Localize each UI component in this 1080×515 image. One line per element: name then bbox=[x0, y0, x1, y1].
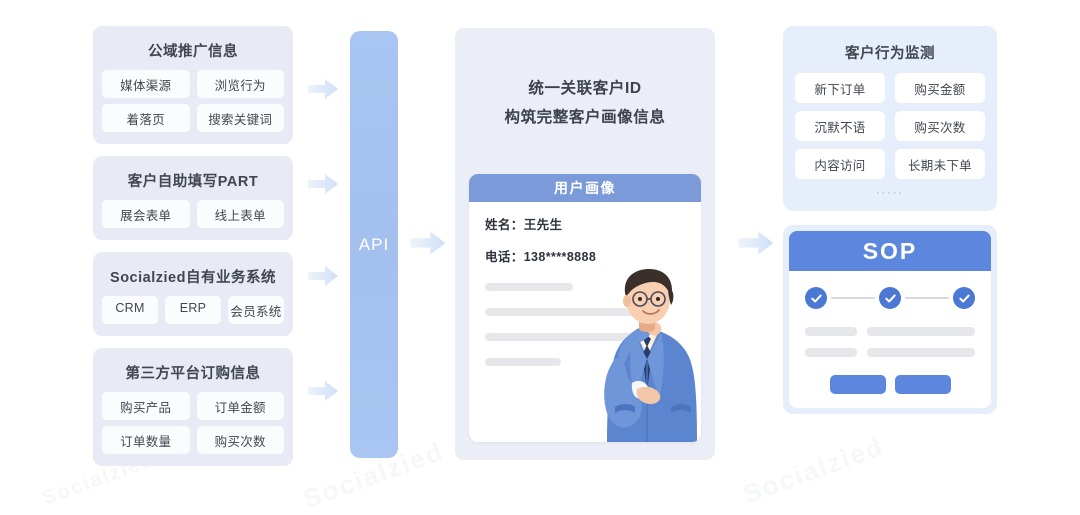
source-card-third-party-orders[interactable]: 第三方平台订购信息 购买产品 订单金额 订单数量 购买次数 bbox=[93, 348, 293, 466]
profile-phone-field: 电话：138****8888 bbox=[485, 250, 597, 264]
sop-title: SOP bbox=[789, 231, 991, 271]
arrow-right-icon bbox=[306, 263, 340, 289]
behavior-monitoring-card[interactable]: 客户行为监测 新下订单 购买金额 沉默不语 购买次数 内容访问 长期未下单 ··… bbox=[783, 26, 997, 211]
arrow-right-icon bbox=[306, 171, 340, 197]
behavior-more-dots: ····· bbox=[875, 187, 905, 199]
user-profile-card-header: 用户画像 bbox=[469, 174, 701, 202]
sop-placeholder-row bbox=[805, 348, 975, 357]
diagram-canvas: Socialzied Socialzied Socialzied 公域推广信息 … bbox=[0, 0, 1080, 515]
placeholder-bar bbox=[805, 327, 857, 336]
user-profile-card-body: 姓名：王先生 电话：138****8888 bbox=[469, 202, 701, 442]
source-card-title: 公域推广信息 bbox=[148, 44, 238, 60]
source-chip[interactable]: 浏览行为 bbox=[196, 70, 284, 98]
behavior-chip[interactable]: 新下订单 bbox=[795, 73, 885, 103]
sop-panel: SOP bbox=[783, 225, 997, 414]
source-card-title: 第三方平台订购信息 bbox=[125, 366, 261, 382]
api-label: API bbox=[358, 234, 390, 254]
source-chip[interactable]: CRM bbox=[102, 296, 158, 324]
placeholder-bar bbox=[867, 327, 975, 336]
profile-name-field: 姓名：王先生 bbox=[485, 218, 563, 232]
source-chip[interactable]: 着落页 bbox=[102, 104, 190, 132]
sop-primary-button[interactable] bbox=[829, 375, 886, 394]
sop-step-connector bbox=[905, 297, 949, 299]
watermark: Socialzied bbox=[739, 430, 888, 510]
placeholder-bar bbox=[805, 348, 857, 357]
behavior-row: 内容访问 长期未下单 bbox=[795, 149, 985, 179]
chip-row: 媒体渠源 浏览行为 bbox=[102, 70, 284, 98]
sop-placeholder-row bbox=[805, 327, 975, 336]
arrow-right-icon bbox=[408, 228, 448, 258]
source-chip[interactable]: 线上表单 bbox=[196, 200, 284, 228]
center-heading: 统一关联客户ID 构筑完整客户画像信息 bbox=[455, 28, 715, 132]
source-chip[interactable]: 媒体渠源 bbox=[102, 70, 190, 98]
unified-profile-panel: 统一关联客户ID 构筑完整客户画像信息 用户画像 姓名：王先生 电话：138**… bbox=[455, 28, 715, 460]
user-profile-card[interactable]: 用户画像 姓名：王先生 电话：138****8888 bbox=[469, 174, 701, 442]
behavior-monitoring-title: 客户行为监测 bbox=[845, 46, 935, 62]
placeholder-bar bbox=[867, 348, 975, 357]
chip-row: CRM ERP 会员系统 bbox=[102, 296, 284, 324]
placeholder-bar bbox=[485, 283, 573, 291]
source-chip[interactable]: 搜索关键词 bbox=[196, 104, 284, 132]
sop-step-tracker bbox=[805, 287, 975, 309]
source-card-title: Socialzied自有业务系统 bbox=[110, 270, 276, 286]
source-card-owned-business-system[interactable]: Socialzied自有业务系统 CRM ERP 会员系统 bbox=[93, 252, 293, 336]
center-heading-line-1: 统一关联客户ID bbox=[528, 80, 642, 97]
arrow-right-icon bbox=[736, 228, 776, 258]
center-heading-line-2: 构筑完整客户画像信息 bbox=[504, 109, 666, 126]
source-chip[interactable]: 购买产品 bbox=[102, 392, 190, 420]
source-chip[interactable]: 订单数量 bbox=[102, 426, 190, 454]
behavior-chip[interactable]: 长期未下单 bbox=[895, 149, 985, 179]
source-card-self-service-form[interactable]: 客户自助填写PART 展会表单 线上表单 bbox=[93, 156, 293, 240]
sop-card[interactable]: SOP bbox=[789, 231, 991, 408]
behavior-chip[interactable]: 购买金额 bbox=[895, 73, 985, 103]
source-chip[interactable]: 购买次数 bbox=[196, 426, 284, 454]
check-circle-icon[interactable] bbox=[953, 287, 975, 309]
check-circle-icon[interactable] bbox=[805, 287, 827, 309]
behavior-chip[interactable]: 内容访问 bbox=[795, 149, 885, 179]
source-chip[interactable]: ERP bbox=[165, 296, 221, 324]
chip-row: 展会表单 线上表单 bbox=[102, 200, 284, 228]
arrow-right-icon bbox=[306, 76, 340, 102]
sop-action-buttons bbox=[805, 375, 975, 394]
sop-step-connector bbox=[831, 297, 875, 299]
chip-row: 购买产品 订单金额 bbox=[102, 392, 284, 420]
chip-row: 订单数量 购买次数 bbox=[102, 426, 284, 454]
placeholder-bar bbox=[485, 358, 561, 366]
chip-row: 着落页 搜索关键词 bbox=[102, 104, 284, 132]
source-card-title: 客户自助填写PART bbox=[127, 174, 259, 190]
source-chip[interactable]: 展会表单 bbox=[102, 200, 190, 228]
source-card-public-promotion[interactable]: 公域推广信息 媒体渠源 浏览行为 着落页 搜索关键词 bbox=[93, 26, 293, 144]
check-circle-icon[interactable] bbox=[879, 287, 901, 309]
behavior-row: 沉默不语 购买次数 bbox=[795, 111, 985, 141]
sop-secondary-button[interactable] bbox=[894, 375, 951, 394]
behavior-chip[interactable]: 沉默不语 bbox=[795, 111, 885, 141]
arrow-right-icon bbox=[306, 378, 340, 404]
source-chip[interactable]: 会员系统 bbox=[228, 296, 284, 324]
data-source-column: 公域推广信息 媒体渠源 浏览行为 着落页 搜索关键词 客户自助填写PART 展会… bbox=[93, 26, 293, 466]
behavior-chip[interactable]: 购买次数 bbox=[895, 111, 985, 141]
sop-body bbox=[789, 271, 991, 408]
output-column: 客户行为监测 新下订单 购买金额 沉默不语 购买次数 内容访问 长期未下单 ··… bbox=[783, 26, 997, 414]
businessman-illustration bbox=[604, 269, 697, 442]
behavior-row: 新下订单 购买金额 bbox=[795, 73, 985, 103]
source-chip[interactable]: 订单金额 bbox=[196, 392, 284, 420]
api-connector-bar[interactable]: API bbox=[350, 31, 398, 458]
